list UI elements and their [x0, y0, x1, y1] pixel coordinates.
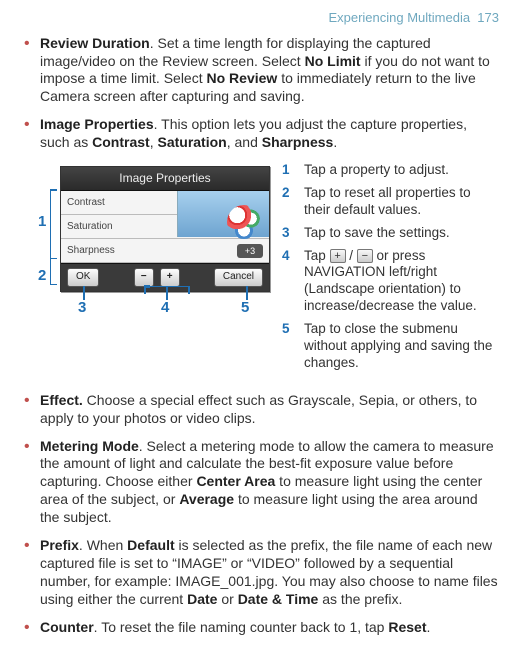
text: Choose a special effect such as Grayscal…: [40, 392, 477, 426]
page-number: 173: [477, 10, 499, 25]
callout-5: 5: [241, 298, 249, 317]
item-image-properties: Image Properties. This option lets you a…: [24, 116, 499, 152]
kw-no-limit: No Limit: [305, 53, 361, 69]
minus-icon: −: [357, 249, 373, 263]
text: , and: [227, 134, 262, 150]
callout-3: 3: [78, 298, 86, 317]
metering-title: Metering Mode: [40, 438, 139, 454]
step-4: 4Tap + / − or press NAVIGATION left/righ…: [282, 248, 499, 316]
step-text: Tap to close the submenu without applyin…: [304, 321, 499, 372]
item-counter: Counter. To reset the file naming counte…: [24, 619, 499, 637]
item-metering-mode: Metering Mode. Select a metering mode to…: [24, 438, 499, 528]
step-text: Tap to save the settings.: [304, 225, 450, 242]
section-title: Experiencing Multimedia: [328, 10, 470, 25]
cancel-button[interactable]: Cancel: [214, 268, 263, 287]
review-duration-title: Review Duration: [40, 35, 150, 51]
step-5: 5Tap to close the submenu without applyi…: [282, 321, 499, 372]
prefix-title: Prefix: [40, 537, 79, 553]
text: .: [427, 619, 431, 635]
kw-average: Average: [179, 491, 234, 507]
text: . To reset the file naming counter back …: [94, 619, 389, 635]
prop-row-sharpness[interactable]: Sharpness +3: [61, 239, 269, 263]
text: . When: [79, 537, 127, 553]
step-3: 3 Tap to save the settings.: [282, 225, 499, 242]
kw-date: Date: [187, 591, 217, 607]
step-1: 1 Tap a property to adjust.: [282, 162, 499, 179]
text: /: [346, 248, 357, 263]
counter-title: Counter: [40, 619, 94, 635]
prop-value: +3: [237, 244, 263, 258]
step-number: 5: [282, 321, 296, 372]
step-number: 1: [282, 162, 296, 179]
step-number: 4: [282, 248, 296, 316]
kw-sharpness: Sharpness: [262, 134, 334, 150]
kw-contrast: Contrast: [92, 134, 150, 150]
step-text: Tap + / − or press NAVIGATION left/right…: [304, 248, 499, 316]
page-header: Experiencing Multimedia 173: [24, 10, 499, 27]
plus-button[interactable]: +: [160, 268, 180, 287]
text: or: [217, 591, 237, 607]
image-properties-figure: Image Properties Contrast +3 Saturation …: [40, 162, 270, 292]
panel-title: Image Properties: [61, 167, 269, 191]
text: as the prefix.: [318, 591, 402, 607]
item-review-duration: Review Duration. Set a time length for d…: [24, 35, 499, 107]
kw-no-review: No Review: [207, 70, 278, 86]
item-prefix: Prefix. When Default is selected as the …: [24, 537, 499, 609]
image-properties-title: Image Properties: [40, 116, 154, 132]
image-properties-steps: 1 Tap a property to adjust. 2Tap to reset…: [282, 162, 499, 372]
step-2: 2Tap to reset all properties to their de…: [282, 185, 499, 219]
prop-label: Sharpness: [61, 245, 237, 258]
ok-button[interactable]: OK: [67, 268, 99, 287]
preview-thumbnail: [177, 191, 269, 237]
kw-center-area: Center Area: [196, 473, 275, 489]
callout-tick-4b: [188, 286, 190, 294]
callout-1: 1: [38, 212, 46, 231]
text: Tap: [304, 248, 330, 263]
step-number: 3: [282, 225, 296, 242]
image-properties-panel: Image Properties Contrast +3 Saturation …: [60, 166, 270, 292]
item-effect: Effect. Choose a special effect such as …: [24, 392, 499, 428]
kw-reset: Reset: [388, 619, 426, 635]
effect-title: Effect.: [40, 392, 83, 408]
step-number: 2: [282, 185, 296, 219]
callout-2: 2: [38, 266, 46, 285]
kw-default: Default: [127, 537, 174, 553]
step-text: Tap to reset all properties to their def…: [304, 185, 499, 219]
text: .: [333, 134, 337, 150]
callout-4: 4: [161, 298, 169, 317]
plus-icon: +: [330, 249, 346, 263]
kw-saturation: Saturation: [157, 134, 226, 150]
callout-tick-4a: [144, 286, 146, 294]
callout-bracket-2: [50, 189, 51, 285]
kw-date-time: Date & Time: [238, 591, 319, 607]
step-text: Tap a property to adjust.: [304, 162, 449, 179]
